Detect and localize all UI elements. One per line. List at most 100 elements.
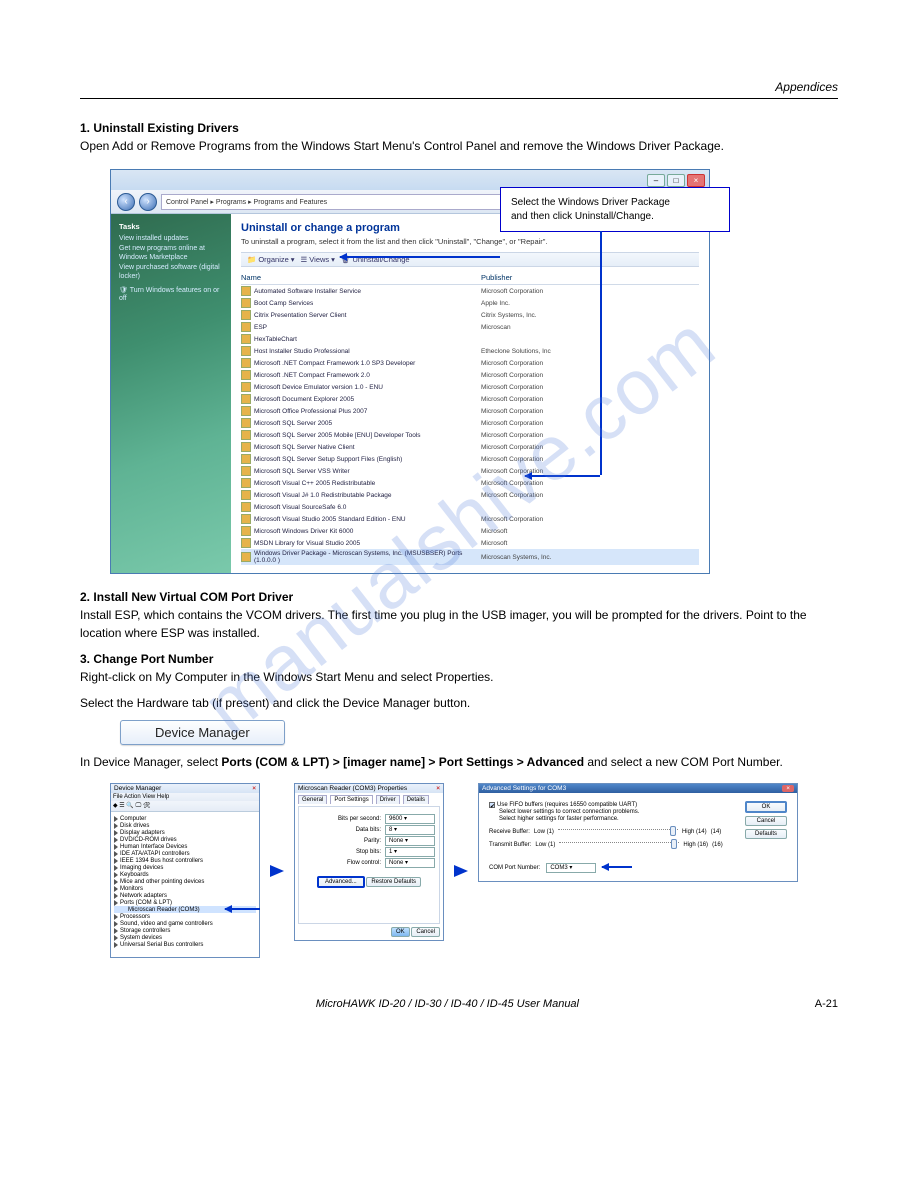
step-1-num: 1.	[80, 121, 90, 135]
tree-node[interactable]: Network adapters	[114, 892, 256, 899]
forward-button[interactable]: ›	[139, 193, 157, 211]
program-row[interactable]: Boot Camp ServicesApple Inc.	[241, 297, 699, 309]
tree-node[interactable]: Ports (COM & LPT)	[114, 899, 256, 906]
ok-button[interactable]: OK	[745, 801, 787, 813]
rx-val: (14)	[711, 829, 722, 835]
program-row[interactable]: Microsoft Visual Studio 2005 Standard Ed…	[241, 513, 699, 525]
tx-slider[interactable]	[559, 842, 679, 848]
program-row[interactable]: Microsoft Office Professional Plus 2007M…	[241, 405, 699, 417]
tree-node[interactable]: IDE ATA/ATAPI controllers	[114, 850, 256, 857]
program-row[interactable]: Automated Software Installer ServiceMicr…	[241, 285, 699, 297]
close-icon[interactable]: ×	[782, 785, 794, 792]
close-icon[interactable]: ×	[436, 785, 440, 792]
port-setting-select[interactable]: 1 ▾	[385, 847, 435, 857]
program-row[interactable]: Microsoft SQL Server 2005 Mobile [ENU] D…	[241, 429, 699, 441]
section-1: 1. Uninstall Existing Drivers Open Add or…	[80, 119, 838, 574]
port-setting-select[interactable]: 8 ▾	[385, 825, 435, 835]
program-row[interactable]: MSDN Library for Visual Studio 2005Micro…	[241, 537, 699, 549]
tree-node[interactable]: Imaging devices	[114, 864, 256, 871]
program-row[interactable]: Microsoft SQL Server 2005Microsoft Corpo…	[241, 417, 699, 429]
defaults-button[interactable]: Defaults	[745, 829, 787, 839]
program-row[interactable]: Microsoft .NET Compact Framework 2.0Micr…	[241, 369, 699, 381]
tree-node[interactable]: DVD/CD-ROM drives	[114, 836, 256, 843]
program-row[interactable]: Microsoft Document Explorer 2005Microsof…	[241, 393, 699, 405]
tree-node[interactable]: Keyboards	[114, 871, 256, 878]
sidebar-link-marketplace[interactable]: Get new programs online at Windows Marke…	[119, 245, 223, 262]
port-setting-select[interactable]: None ▾	[385, 836, 435, 846]
toolbar-views[interactable]: ☰ Views ▾	[301, 255, 335, 264]
program-row[interactable]: Microsoft SQL Server Native ClientMicros…	[241, 441, 699, 453]
minimize-button[interactable]: –	[647, 174, 665, 187]
devmgr-title: Device Manager	[114, 785, 161, 792]
step-2-text: Install ESP, which contains the VCOM dri…	[80, 608, 807, 640]
com-port-select[interactable]: COM3 ▾	[546, 863, 596, 873]
col-publisher[interactable]: Publisher	[481, 273, 601, 282]
port-setting-select[interactable]: 9600 ▾	[385, 814, 435, 824]
program-row[interactable]: Microsoft Visual SourceSafe 6.0	[241, 501, 699, 513]
close-button[interactable]: ×	[687, 174, 705, 187]
devmgr-tree[interactable]: Computer Disk drives Display adapters DV…	[111, 812, 259, 957]
advanced-settings-dialog: Advanced Settings for COM3× ✔ Use FIFO b…	[478, 783, 798, 882]
program-row[interactable]: Host Installer Studio ProfessionalEthecl…	[241, 345, 699, 357]
devmgr-titlebar: Device Manager ×	[111, 784, 259, 793]
cancel-button[interactable]: Cancel	[411, 927, 440, 937]
program-row[interactable]: Microsoft .NET Compact Framework 1.0 SP3…	[241, 357, 699, 369]
close-icon[interactable]: ×	[252, 785, 256, 792]
sidebar-link-digital-locker[interactable]: View purchased software (digital locker)	[119, 264, 223, 281]
program-row[interactable]: Microsoft SQL Server Setup Support Files…	[241, 453, 699, 465]
tree-node[interactable]: Display adapters	[114, 829, 256, 836]
maximize-button[interactable]: □	[667, 174, 685, 187]
tree-node[interactable]: Sound, video and game controllers	[114, 920, 256, 927]
port-setting-field: Data bits:8 ▾	[303, 824, 435, 835]
devmgr-toolbar: ◆ ☰ 🔍 🖵 🛠	[111, 801, 259, 812]
step-3-b: Select the Hardware tab (if present) and…	[80, 694, 838, 712]
sidebar-link-updates[interactable]: View installed updates	[119, 235, 223, 243]
program-row[interactable]: Microsoft SQL Server VSS WriterMicrosoft…	[241, 465, 699, 477]
program-row[interactable]: Microsoft Device Emulator version 1.0 - …	[241, 381, 699, 393]
tree-node[interactable]: Monitors	[114, 885, 256, 892]
tree-node[interactable]: Storage controllers	[114, 927, 256, 934]
port-setting-field: Stop bits:1 ▾	[303, 846, 435, 857]
header-rule	[80, 98, 838, 99]
tree-node[interactable]: Mice and other pointing devices	[114, 878, 256, 885]
step-2: 2. Install New Virtual COM Port DriverIn…	[80, 588, 838, 642]
step-1-title: Uninstall Existing Drivers	[93, 121, 238, 135]
tab-details[interactable]: Details	[403, 795, 429, 804]
cancel-button[interactable]: Cancel	[745, 816, 787, 826]
program-row[interactable]: Microsoft Visual J# 1.0 Redistributable …	[241, 489, 699, 501]
tree-node[interactable]: Human Interface Devices	[114, 843, 256, 850]
toolbar-organize[interactable]: 📁 Organize ▾	[247, 255, 295, 264]
tree-node[interactable]: Universal Serial Bus controllers	[114, 941, 256, 948]
rx-high: High (14)	[682, 829, 707, 835]
toolbar: 📁 Organize ▾ ☰ Views ▾ 🗑 Uninstall/Chang…	[241, 252, 699, 267]
program-row[interactable]: Microsoft Visual C++ 2005 Redistributabl…	[241, 477, 699, 489]
tree-node[interactable]: Processors	[114, 913, 256, 920]
program-row[interactable]: HexTableChart	[241, 333, 699, 345]
restore-defaults-button[interactable]: Restore Defaults	[366, 877, 421, 887]
tree-node[interactable]: IEEE 1394 Bus host controllers	[114, 857, 256, 864]
program-row[interactable]: Citrix Presentation Server ClientCitrix …	[241, 309, 699, 321]
port-setting-select[interactable]: None ▾	[385, 858, 435, 868]
col-name[interactable]: Name	[241, 273, 481, 282]
back-button[interactable]: ‹	[117, 193, 135, 211]
advanced-button[interactable]: Advanced...	[317, 876, 365, 888]
tree-node[interactable]: System devices	[114, 934, 256, 941]
program-row[interactable]: ESPMicroscan	[241, 321, 699, 333]
tab-general[interactable]: General	[298, 795, 327, 804]
device-manager-button[interactable]: Device Manager	[120, 720, 285, 745]
main-pane-subtitle: To uninstall a program, select it from t…	[241, 237, 699, 246]
devmgr-menu: File Action View Help	[111, 793, 259, 801]
tab-port-settings[interactable]: Port Settings	[330, 795, 372, 804]
program-row[interactable]: Windows Driver Package - Microscan Syste…	[241, 549, 699, 565]
step-1-text: Open Add or Remove Programs from the Win…	[80, 139, 724, 153]
tab-driver[interactable]: Driver	[376, 795, 400, 804]
tree-node[interactable]: Disk drives	[114, 822, 256, 829]
rx-slider[interactable]	[558, 829, 678, 835]
tree-node[interactable]: Computer	[114, 815, 256, 822]
ok-button[interactable]: OK	[391, 927, 410, 937]
document-page: Appendices 1. Uninstall Existing Drivers…	[0, 0, 918, 1050]
program-row[interactable]: Microsoft Windows Driver Kit 6000Microso…	[241, 525, 699, 537]
fifo-checkbox[interactable]: ✔	[489, 802, 495, 808]
sidebar-link-windows-features[interactable]: 🛡 Turn Windows features on or off	[119, 287, 223, 304]
programs-and-features-screenshot: – □ × ‹ › Control Panel ▸ Programs ▸ Pro…	[110, 169, 710, 574]
